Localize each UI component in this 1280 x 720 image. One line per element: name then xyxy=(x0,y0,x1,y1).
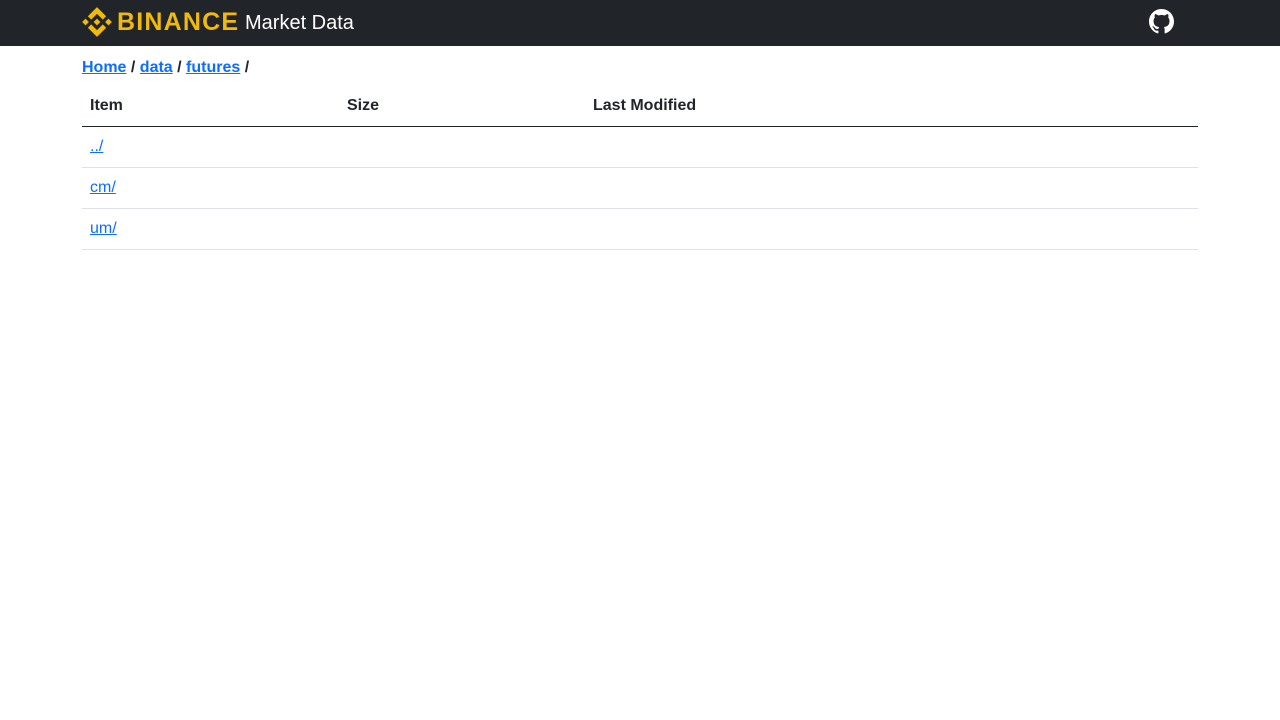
breadcrumb-separator: / xyxy=(130,59,140,76)
brand-wordmark: BINANCE xyxy=(117,8,240,36)
item-cell: cm/ xyxy=(82,167,339,209)
table-row: ../ xyxy=(82,126,1198,168)
column-header-last-modified: Last Modified xyxy=(585,86,1198,127)
item-cell: ../ xyxy=(82,126,339,168)
table-row: cm/ xyxy=(82,167,1198,209)
last-modified-cell xyxy=(585,208,1198,250)
table-header-row: Item Size Last Modified xyxy=(82,86,1198,127)
column-header-item: Item xyxy=(82,86,339,127)
top-navbar: BINANCE Market Data xyxy=(0,0,1280,46)
breadcrumb-separator: / xyxy=(177,59,187,76)
breadcrumb-home-link[interactable]: Home xyxy=(82,59,126,76)
breadcrumb: Home / data / futures / xyxy=(82,58,249,78)
breadcrumb-futures-link[interactable]: futures xyxy=(186,59,240,76)
size-cell xyxy=(339,167,585,209)
last-modified-cell xyxy=(585,167,1198,209)
table-row: um/ xyxy=(82,208,1198,250)
site-title-link[interactable]: Market Data xyxy=(245,11,354,35)
directory-link-cm[interactable]: cm/ xyxy=(90,179,116,196)
size-cell xyxy=(339,126,585,168)
breadcrumb-data-link[interactable]: data xyxy=(140,59,173,76)
parent-directory-link[interactable]: ../ xyxy=(90,138,103,155)
github-icon xyxy=(1149,9,1174,34)
size-cell xyxy=(339,208,585,250)
item-cell: um/ xyxy=(82,208,339,250)
github-link[interactable] xyxy=(1149,9,1174,34)
brand-home-link[interactable]: BINANCE xyxy=(82,7,239,37)
binance-logo-icon xyxy=(82,7,112,37)
last-modified-cell xyxy=(585,126,1198,168)
file-listing-table: Item Size Last Modified ../ cm/ um/ xyxy=(82,86,1198,250)
breadcrumb-separator: / xyxy=(244,59,250,76)
column-header-size: Size xyxy=(339,86,585,127)
directory-link-um[interactable]: um/ xyxy=(90,220,117,237)
